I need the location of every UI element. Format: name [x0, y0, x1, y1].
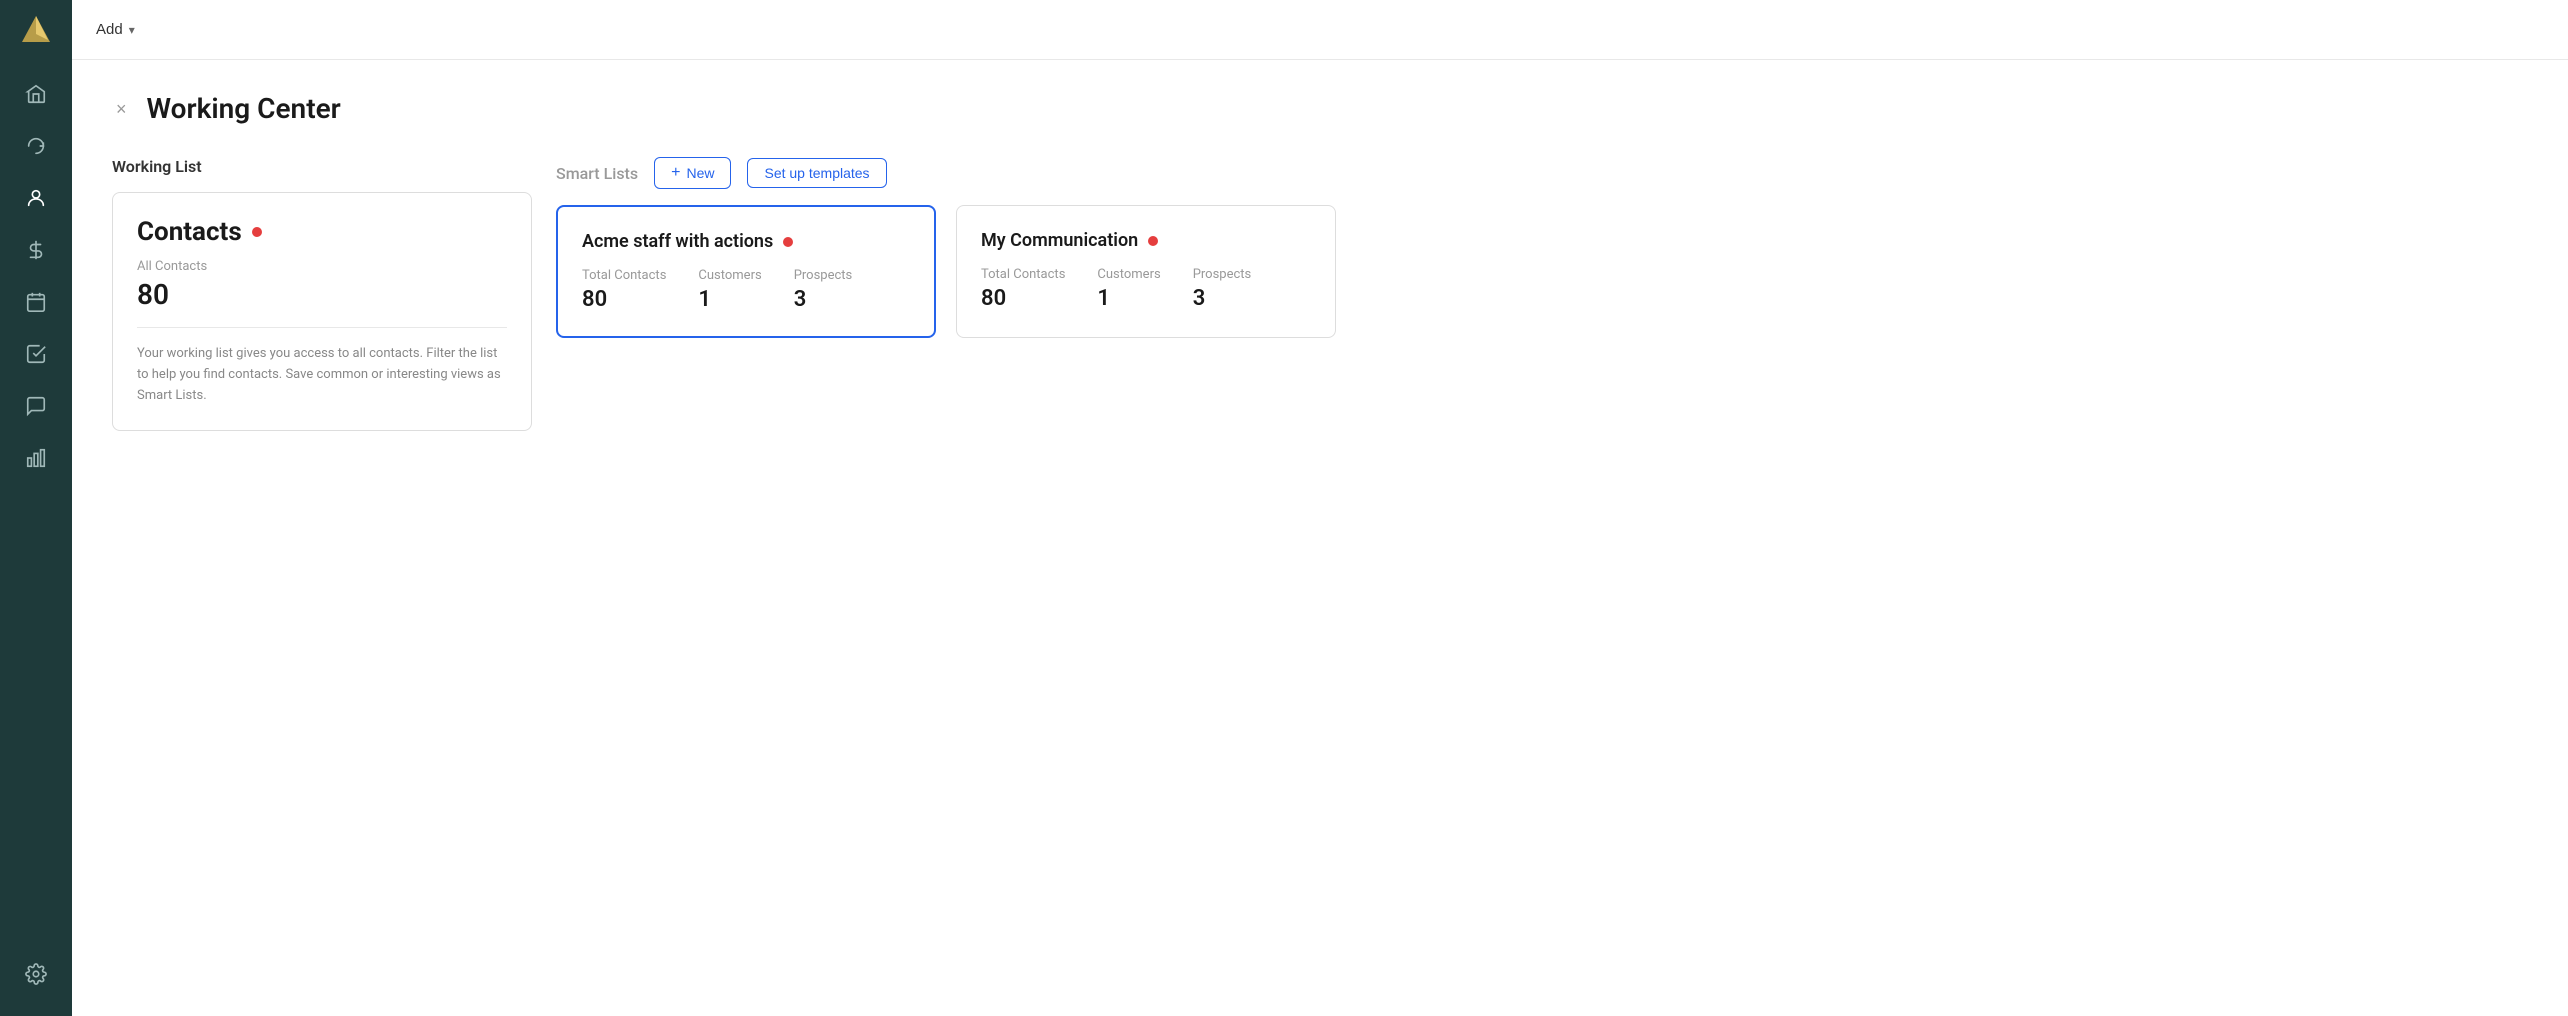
sidebar-item-calendar[interactable] [0, 276, 72, 328]
working-card-title: Contacts [137, 217, 242, 247]
sidebar-item-tasks[interactable] [0, 328, 72, 380]
acme-card-title: Acme staff with actions [582, 231, 773, 252]
sidebar-nav [0, 60, 72, 948]
my-comm-prospects: Prospects 3 [1193, 267, 1252, 311]
smart-lists-cards: Acme staff with actions Total Contacts 8… [556, 205, 2528, 338]
sidebar-bottom [25, 948, 47, 1016]
working-card-title-row: Contacts [137, 217, 507, 247]
my-comm-prospects-value: 3 [1193, 286, 1252, 311]
acme-stats-row: Total Contacts 80 Customers 1 Prospects … [582, 268, 910, 312]
page-header: × Working Center [112, 92, 2528, 125]
content-area: × Working Center Working List Contacts A… [72, 60, 2568, 1016]
my-comm-total-contacts: Total Contacts 80 [981, 267, 1065, 311]
sidebar-item-sync[interactable] [0, 120, 72, 172]
acme-prospects-value: 3 [794, 287, 853, 312]
acme-total-value: 80 [582, 287, 666, 312]
working-card-description: Your working list gives you access to al… [137, 344, 507, 406]
new-smart-list-button[interactable]: + New [654, 157, 731, 189]
sidebar-item-settings[interactable] [25, 948, 47, 1000]
working-list-label: Working List [112, 157, 532, 176]
my-comm-customers: Customers 1 [1097, 267, 1160, 311]
contacts-count: 80 [137, 278, 507, 311]
working-list-section: Working List Contacts All Contacts 80 Yo… [112, 157, 532, 431]
acme-total-contacts: Total Contacts 80 [582, 268, 666, 312]
my-comm-prospects-label: Prospects [1193, 267, 1252, 282]
sidebar-item-finance[interactable] [0, 224, 72, 276]
plus-icon: + [671, 164, 680, 182]
chevron-down-icon: ▾ [129, 23, 135, 37]
all-contacts-label: All Contacts [137, 259, 507, 274]
acme-prospects-label: Prospects [794, 268, 853, 283]
sidebar-item-contacts[interactable] [0, 172, 72, 224]
acme-prospects: Prospects 3 [794, 268, 853, 312]
smart-lists-label: Smart Lists [556, 164, 638, 183]
smart-list-card-my-comm[interactable]: My Communication Total Contacts 80 Custo… [956, 205, 1336, 338]
my-comm-card-dot [1148, 236, 1158, 246]
add-label: Add [96, 21, 123, 38]
my-comm-customers-label: Customers [1097, 267, 1160, 282]
card-divider [137, 327, 507, 328]
main-area: Add ▾ × Working Center Working List Cont… [72, 0, 2568, 1016]
new-label: New [686, 165, 714, 181]
acme-total-label: Total Contacts [582, 268, 666, 283]
acme-customers: Customers 1 [698, 268, 761, 312]
my-comm-total-value: 80 [981, 286, 1065, 311]
my-comm-total-label: Total Contacts [981, 267, 1065, 282]
sidebar [0, 0, 72, 1016]
page-title: Working Center [147, 92, 341, 125]
my-comm-customers-value: 1 [1097, 286, 1160, 311]
smart-list-card-acme[interactable]: Acme staff with actions Total Contacts 8… [556, 205, 936, 338]
my-comm-title-row: My Communication [981, 230, 1311, 251]
my-comm-stats-row: Total Contacts 80 Customers 1 Prospects … [981, 267, 1311, 311]
working-card-dot [252, 227, 262, 237]
topbar: Add ▾ [72, 0, 2568, 60]
templates-label: Set up templates [764, 165, 869, 181]
logo[interactable] [0, 0, 72, 60]
acme-card-dot [783, 237, 793, 247]
sidebar-item-home[interactable] [0, 68, 72, 120]
close-button[interactable]: × [112, 96, 131, 122]
sidebar-item-messages[interactable] [0, 380, 72, 432]
my-comm-card-title: My Communication [981, 230, 1138, 251]
set-up-templates-button[interactable]: Set up templates [747, 158, 886, 188]
acme-customers-label: Customers [698, 268, 761, 283]
smart-lists-section: Smart Lists + New Set up templates Acme … [556, 157, 2528, 338]
cards-row: Working List Contacts All Contacts 80 Yo… [112, 157, 2528, 431]
acme-customers-value: 1 [698, 287, 761, 312]
sidebar-item-reports[interactable] [0, 432, 72, 484]
acme-title-row: Acme staff with actions [582, 231, 910, 252]
working-list-card[interactable]: Contacts All Contacts 80 Your working li… [112, 192, 532, 431]
smart-lists-header: Smart Lists + New Set up templates [556, 157, 2528, 189]
add-button[interactable]: Add ▾ [96, 21, 135, 38]
